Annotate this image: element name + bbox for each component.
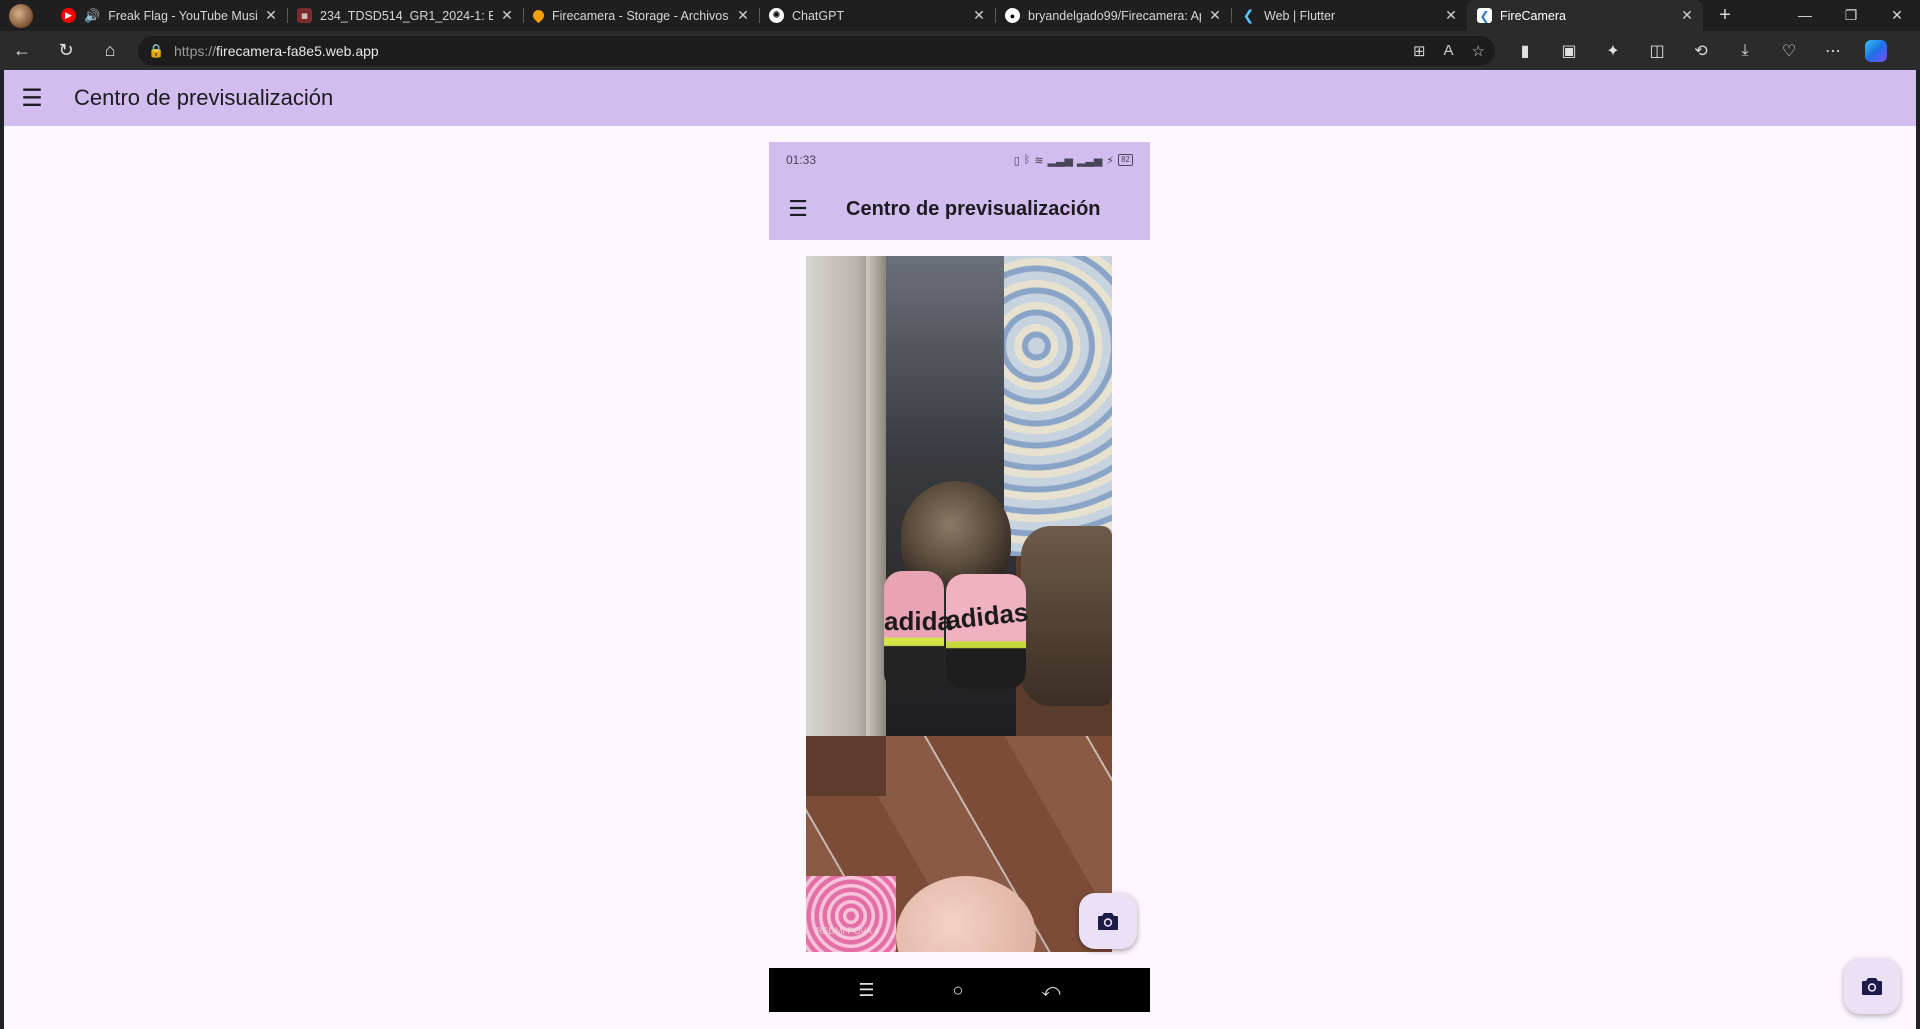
tab-firecamera[interactable]: ❮ FireCamera ✕: [1467, 0, 1703, 31]
close-window-icon[interactable]: ✕: [1874, 0, 1920, 31]
phone-clock: 01:33: [786, 153, 817, 167]
phone-camera-fab: [1079, 893, 1137, 949]
camera-watermark: REDMI POVA 4: [816, 926, 879, 936]
tab-chatgpt[interactable]: ✺ ChatGPT ✕: [759, 0, 995, 31]
firebase-icon: [530, 7, 547, 24]
url-host: firecamera-fa8e5.web.app: [216, 42, 379, 59]
flutter-icon: ❮: [1242, 7, 1255, 23]
close-icon[interactable]: ✕: [499, 7, 515, 24]
tab-youtube-music[interactable]: ▶ 🔊 Freak Flag - YouTube Music ✕: [51, 0, 287, 31]
back-arrow-icon[interactable]: ←: [0, 40, 44, 61]
tab-title: 234_TDSD514_GR1_2024-1: Eval: [320, 8, 493, 23]
camera-preview-image: adida adidas REDMI POVA 4: [806, 256, 1112, 952]
tab-firebase-storage[interactable]: Firecamera - Storage - Archivos ✕: [523, 0, 759, 31]
camera-icon: [1862, 978, 1882, 995]
camera-icon: [1098, 913, 1118, 930]
page-icon[interactable]: ▮: [1503, 41, 1547, 61]
tab-moodle[interactable]: ▦ 234_TDSD514_GR1_2024-1: Eval ✕: [287, 0, 523, 31]
tab-title: Web | Flutter: [1264, 8, 1336, 23]
tab-flutter[interactable]: ❮ Web | Flutter ✕: [1231, 0, 1467, 31]
charging-icon: ⚡: [1106, 154, 1115, 167]
tab-actions-icon[interactable]: ▣: [1547, 41, 1591, 61]
browser-toolbar: ← ↻ ⌂ 🔒 https://firecamera-fa8e5.web.app…: [0, 31, 1920, 70]
close-icon[interactable]: ✕: [1443, 7, 1459, 24]
restore-icon[interactable]: ❐: [1828, 0, 1874, 31]
app-bar: ☰ Centro de previsualización: [4, 70, 1916, 126]
wifi-icon: ≋: [1034, 154, 1044, 167]
hamburger-menu-icon[interactable]: ☰: [4, 84, 60, 113]
tab-strip: ▶ 🔊 Freak Flag - YouTube Music ✕ ▦ 234_T…: [0, 0, 1920, 31]
home-icon[interactable]: ⌂: [88, 40, 132, 61]
moodle-icon: ▦: [297, 8, 312, 23]
signal-2-icon: ▂▃▅: [1076, 154, 1103, 167]
close-icon[interactable]: ✕: [1207, 7, 1223, 24]
hamburger-menu-icon: ☰: [788, 196, 808, 221]
firecamera-icon: ❮: [1477, 8, 1492, 23]
close-icon[interactable]: ✕: [1679, 7, 1695, 24]
recent-apps-icon: ☰: [858, 979, 875, 1000]
shoe-brand-left: adida: [884, 606, 952, 636]
split-screen-icon[interactable]: ◫: [1635, 41, 1679, 61]
new-tab-button[interactable]: +: [1709, 4, 1741, 27]
app-available-icon[interactable]: ⊞: [1413, 42, 1426, 60]
phone-page-title: Centro de previsualización: [846, 197, 1101, 220]
speaker-icon[interactable]: 🔊: [84, 8, 100, 24]
extensions-icon[interactable]: ✦: [1591, 41, 1635, 61]
vibrate-icon: ▯: [1013, 154, 1020, 167]
browser-essentials-icon[interactable]: ♡: [1767, 41, 1811, 61]
github-icon: ●: [1005, 8, 1020, 23]
signal-icon: ▂▃▅: [1047, 154, 1073, 167]
window-controls: — ❐ ✕: [1782, 0, 1920, 31]
reload-icon[interactable]: ↻: [44, 40, 88, 61]
close-icon[interactable]: ✕: [263, 7, 279, 24]
back-icon: ⤺: [1041, 979, 1061, 1000]
copilot-icon[interactable]: [1865, 39, 1887, 62]
favorite-star-icon[interactable]: ☆: [1472, 42, 1485, 60]
download-icon[interactable]: ⤓: [1723, 42, 1767, 60]
phone-preview: 01:33 ▯ ᛒ ≋ ▂▃▅ ▂▃▅ ⚡ 82 ☰ Centro de pre…: [769, 142, 1150, 1012]
tab-title: ChatGPT: [792, 8, 845, 23]
history-icon[interactable]: ⟲: [1679, 41, 1723, 61]
phone-status-bar: 01:33 ▯ ᛒ ≋ ▂▃▅ ▂▃▅ ⚡ 82: [769, 142, 1150, 178]
tab-title: FireCamera: [1500, 8, 1566, 23]
home-circle-icon: ○: [952, 979, 964, 1000]
url-protocol: https://: [174, 42, 217, 59]
tab-title: Firecamera - Storage - Archivos: [552, 8, 729, 23]
phone-navigation-bar: ☰ ○ ⤺: [769, 968, 1150, 1012]
bluetooth-icon: ᛒ: [1023, 154, 1031, 166]
youtube-music-icon: ▶: [61, 8, 76, 23]
camera-fab-button[interactable]: [1844, 958, 1900, 1014]
tab-github[interactable]: ● bryandelgado99/Firecamera: Ap ✕: [995, 0, 1231, 31]
lock-icon[interactable]: 🔒: [148, 43, 170, 59]
close-icon[interactable]: ✕: [971, 7, 987, 24]
phone-status-icons: ▯ ᛒ ≋ ▂▃▅ ▂▃▅ ⚡ 82: [1014, 154, 1133, 167]
battery-icon: 82: [1118, 154, 1133, 166]
url-text[interactable]: https://firecamera-fa8e5.web.app: [174, 43, 379, 59]
read-aloud-icon[interactable]: A: [1444, 42, 1454, 60]
address-bar[interactable]: 🔒 https://firecamera-fa8e5.web.app ⊞ A ☆: [138, 35, 1495, 66]
tab-title: Freak Flag - YouTube Music: [108, 8, 257, 23]
page-viewport: ☰ Centro de previsualización 01:33 ▯ ᛒ ≋…: [4, 70, 1916, 1029]
minimize-icon[interactable]: —: [1782, 0, 1828, 31]
profile-avatar[interactable]: [9, 3, 33, 28]
chatgpt-icon: ✺: [769, 8, 784, 23]
phone-app-bar: ☰ Centro de previsualización: [769, 178, 1150, 240]
close-icon[interactable]: ✕: [735, 7, 751, 24]
more-options-icon[interactable]: ⋯: [1811, 41, 1855, 61]
tab-title: bryandelgado99/Firecamera: Ap: [1028, 8, 1201, 23]
page-title: Centro de previsualización: [74, 85, 334, 110]
